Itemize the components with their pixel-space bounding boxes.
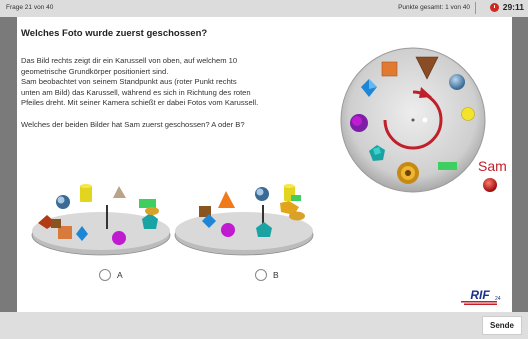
clock-icon: [489, 2, 499, 12]
observer-marker: [483, 178, 497, 192]
question-line-4: unten am Bild) das Karussell, während es…: [21, 87, 251, 97]
question-text: Das Bild rechts zeigt dir ein Karussell …: [21, 56, 341, 130]
option-a-label[interactable]: A: [117, 270, 123, 280]
footer-bar: [0, 312, 528, 339]
send-button[interactable]: Sende: [482, 316, 522, 335]
header-divider: [475, 2, 476, 14]
question-line-1: Das Bild rechts zeigt dir ein Karussell …: [21, 56, 238, 65]
carousel-top-view: [340, 47, 486, 193]
top-bar: Frage 21 von 40 Punkte gesamt: 1 von 40 …: [0, 0, 528, 17]
option-b-radio[interactable]: [255, 269, 267, 281]
observer-label: Sam: [478, 158, 507, 174]
photo-b[interactable]: [173, 183, 315, 263]
timer: 29:11: [489, 2, 524, 12]
question-line-5: Pfeiles dreht. Mit seiner Kamera schießt…: [21, 98, 259, 108]
question-line-2: geometrische Grundkörper positioniert si…: [21, 66, 169, 76]
question-title: Welches Foto wurde zuerst geschossen?: [21, 28, 208, 39]
logo-text: RIF: [470, 288, 490, 302]
option-a-radio[interactable]: [99, 269, 111, 281]
question-prompt: Welches der beiden Bilder hat Sam zuerst…: [21, 119, 245, 129]
question-counter: Frage 21 von 40: [6, 4, 54, 11]
question-line-3: Sam beobachtet von seinem Standpunkt aus…: [21, 77, 237, 87]
photo-a[interactable]: [30, 183, 172, 263]
rif-logo: RIF 24: [455, 286, 501, 308]
points-total: Punkte gesamt: 1 von 40: [398, 4, 470, 11]
timer-value: 29:11: [502, 2, 524, 12]
option-b-label[interactable]: B: [273, 270, 279, 280]
